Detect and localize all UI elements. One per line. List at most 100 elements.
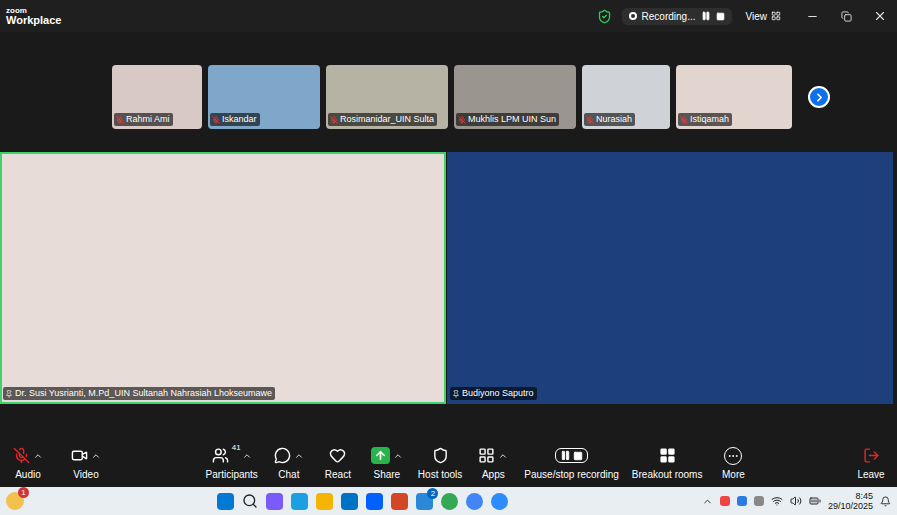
taskbar-app-icon[interactable] (217, 493, 234, 510)
zoom-window: zoomWorkplace Recording... View Rahmi Ami Is… (0, 0, 897, 515)
tray-app-icon[interactable] (737, 496, 747, 506)
pin-icon (5, 390, 13, 398)
breakout-icon (659, 447, 676, 464)
speaker-tile[interactable]: Budiyono Saputro (447, 152, 893, 404)
participant-name-tag: Rosimanidar_UIN Sulta (328, 113, 437, 126)
video-button[interactable]: Video (68, 446, 104, 480)
participants-button[interactable]: 41 Participants (206, 446, 258, 480)
app-badge: 2 (427, 488, 438, 499)
taskbar-app-icon[interactable] (266, 493, 283, 510)
participant-tile[interactable]: Istiqamah (676, 65, 792, 129)
encryption-shield-icon[interactable] (597, 9, 612, 24)
notification-badge: 1 (18, 487, 29, 498)
breakout-button[interactable]: Breakout rooms (632, 446, 703, 480)
window-controls (795, 0, 897, 32)
shield-icon (432, 447, 449, 464)
close-button[interactable] (863, 0, 897, 32)
taskbar-app-icon[interactable] (316, 493, 333, 510)
tool-icon-row (274, 446, 304, 466)
react-button[interactable]: React (320, 446, 356, 480)
participant-count: 41 (232, 443, 241, 452)
gallery-strip: Rahmi Ami Iskandar Rosimanidar_UIN Sulta Mu… (0, 32, 897, 152)
tool-label: React (325, 469, 351, 480)
search-icon[interactable] (242, 493, 258, 509)
participant-tile[interactable]: Nurasiah (582, 65, 670, 129)
pin-icon (452, 390, 460, 398)
tool-label: Participants (206, 469, 258, 480)
caret-icon[interactable] (393, 451, 403, 461)
tray-app-icon[interactable] (754, 496, 764, 506)
tool-icon-row (329, 446, 346, 466)
next-page-button[interactable] (808, 86, 830, 108)
caret-icon[interactable] (33, 451, 43, 461)
toolbar-right: Leave (853, 446, 889, 480)
volume-icon[interactable] (790, 495, 802, 507)
pause-icon[interactable] (701, 11, 711, 21)
caret-icon[interactable] (91, 451, 101, 461)
participant-tile[interactable]: Rahmi Ami (112, 65, 202, 129)
taskbar-app-icon[interactable] (366, 493, 383, 510)
record-dot-icon (629, 12, 637, 20)
wifi-icon[interactable] (771, 495, 783, 507)
tray-app-icon[interactable] (720, 496, 730, 506)
caret-icon[interactable] (498, 451, 508, 461)
speaker-tile[interactable]: Dr. Susi Yusrianti, M.Pd_UIN Sultanah Na… (0, 152, 446, 404)
leave-button[interactable]: Leave (853, 446, 889, 480)
stage-gap (0, 404, 897, 438)
chevron-right-icon (813, 91, 826, 104)
recording-button[interactable]: Pause/stop recording (524, 446, 619, 480)
apps-button[interactable]: Apps (475, 446, 511, 480)
participant-name: Iskandar (222, 114, 257, 125)
taskbar-app-icon[interactable] (391, 493, 408, 510)
toolbar-center: 41 Participants Chat React Share Host tools Ap… (206, 446, 752, 480)
taskbar-app-icon[interactable] (491, 493, 508, 510)
meeting-toolbar: Audio Video 41 Participants Chat React Share Ho… (0, 438, 897, 487)
notifications-icon[interactable] (880, 496, 891, 507)
speaker-name-tag: Budiyono Saputro (450, 387, 537, 400)
view-button[interactable]: View (742, 8, 786, 25)
clock[interactable]: 8:4529/10/2025 (828, 491, 873, 512)
grid-icon (771, 11, 781, 21)
participant-name: Rahmi Ami (126, 114, 170, 125)
chat-button[interactable]: Chat (271, 446, 307, 480)
taskbar-app-icon[interactable] (441, 493, 458, 510)
host-button[interactable]: Host tools (418, 446, 462, 480)
tool-label: Pause/stop recording (524, 469, 619, 480)
minimize-button[interactable] (795, 0, 829, 32)
tool-label: Host tools (418, 469, 462, 480)
participant-name-tag: Rahmi Ami (114, 113, 173, 126)
recording-indicator[interactable]: Recording... (622, 8, 732, 25)
minimize-icon (806, 10, 819, 23)
taskbar-app-icon[interactable] (466, 493, 483, 510)
speaker-name: Budiyono Saputro (462, 388, 534, 399)
taskbar-app-icon[interactable] (291, 493, 308, 510)
tool-icon-row (724, 446, 742, 466)
participant-tile[interactable]: Iskandar (208, 65, 320, 129)
tool-label: Video (73, 469, 98, 480)
system-tray: 8:4529/10/2025 (702, 491, 891, 512)
participant-tile[interactable]: Rosimanidar_UIN Sulta (326, 65, 448, 129)
tray-overflow-icon[interactable] (702, 496, 713, 507)
participant-name: Nurasiah (596, 114, 632, 125)
tool-icon-row (555, 446, 588, 466)
close-icon (873, 9, 887, 23)
audio-button[interactable]: Audio (10, 446, 46, 480)
caret-icon[interactable] (242, 451, 252, 461)
brand: zoomWorkplace (6, 7, 61, 26)
stop-icon[interactable] (716, 12, 725, 21)
restore-button[interactable] (829, 0, 863, 32)
weather-icon[interactable]: 1 (6, 492, 24, 510)
taskbar-app-icon[interactable]: 2 (416, 493, 433, 510)
muted-mic-icon (586, 116, 594, 124)
caret-icon[interactable] (294, 451, 304, 461)
heart-icon (329, 447, 346, 464)
battery-icon[interactable] (809, 495, 821, 507)
taskbar-app-icon[interactable] (341, 493, 358, 510)
more-button[interactable]: More (715, 446, 751, 480)
view-label: View (746, 11, 768, 22)
tool-icon-row (432, 446, 449, 466)
participant-tile[interactable]: Mukhlis LPM UIN Sun (454, 65, 576, 129)
participant-name-tag: Mukhlis LPM UIN Sun (456, 113, 559, 126)
share-button[interactable]: Share (369, 446, 405, 480)
chat-icon (274, 447, 291, 464)
